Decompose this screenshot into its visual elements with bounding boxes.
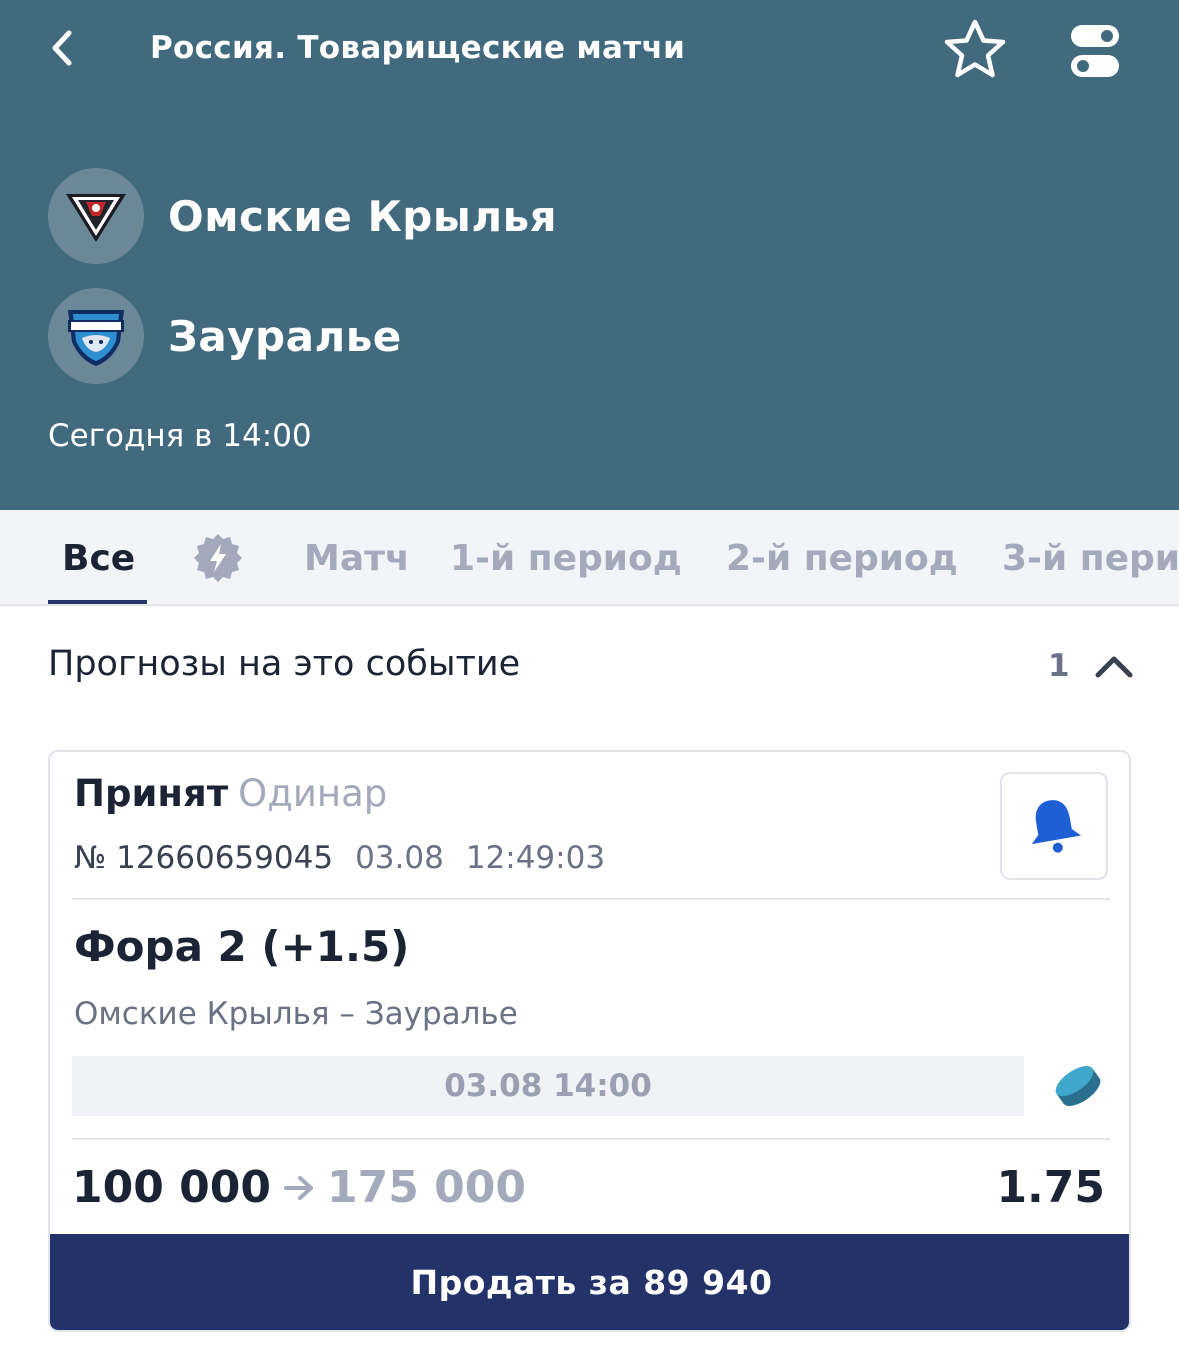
collapse-forecasts-button[interactable] [1090, 642, 1138, 690]
bet-payout: 175 000 [327, 1162, 527, 1213]
arrow-right-icon [283, 1174, 315, 1202]
bell-icon [1031, 800, 1082, 853]
bet-stake: 100 000 [72, 1162, 272, 1213]
tab-boost[interactable] [192, 510, 244, 604]
bet-card: Принят Одинар № 12660659045 03.08 12:49:03 … [48, 750, 1131, 1332]
chevron-up-icon [1095, 656, 1133, 678]
forecasts-count: 1 [1048, 648, 1070, 684]
sell-bet-button[interactable]: Продать за 89 940 [50, 1234, 1129, 1330]
tab-period-2[interactable]: 2-й период [726, 510, 958, 604]
settings-toggle-button[interactable] [1064, 20, 1126, 82]
tab-period-1[interactable]: 1-й период [450, 510, 682, 604]
zauralye-logo [48, 288, 144, 384]
bet-number: № 12660659045 [74, 840, 334, 876]
event-header: Россия. Товарищеские матчи Омские Крылья [0, 0, 1179, 510]
bet-status-row: Принят Одинар [74, 772, 387, 815]
hockey-puck-icon [1050, 1058, 1106, 1114]
bet-date: 03.08 [355, 840, 444, 876]
bet-status: Принят [74, 772, 229, 815]
tab-period-3[interactable]: 3-й период [1002, 510, 1179, 604]
market-tabs: Все Матч 1-й период 2-й период 3-й перио… [0, 510, 1179, 606]
bet-outcome: Фора 2 (+1.5) [74, 922, 410, 971]
bet-event: Омские Крылья – Зауралье [74, 996, 518, 1032]
match-start-time: Сегодня в 14:00 [48, 418, 312, 454]
chevron-left-icon [52, 30, 72, 66]
forecasts-title: Прогнозы на это событие [48, 644, 521, 684]
star-icon [944, 19, 1006, 78]
team-away: Зауралье [48, 288, 402, 384]
card-divider-bottom [72, 1138, 1110, 1140]
bet-meta: № 12660659045 03.08 12:49:03 [74, 840, 605, 876]
back-button[interactable] [38, 24, 86, 72]
bet-type: Одинар [238, 772, 388, 815]
team-away-name: Зауралье [168, 311, 402, 361]
team-home: Омские Крылья [48, 168, 557, 264]
active-tab-indicator [48, 600, 147, 604]
notify-button[interactable] [1000, 772, 1108, 880]
omskie-krylya-logo [48, 168, 144, 264]
tab-all[interactable]: Все [62, 510, 135, 604]
toggle-icon [1071, 25, 1119, 77]
bet-event-datetime: 03.08 14:00 [72, 1056, 1024, 1116]
favorite-button[interactable] [940, 16, 1010, 82]
league-title: Россия. Товарищеские матчи [150, 30, 686, 66]
bet-time: 12:49:03 [465, 840, 606, 876]
bet-amounts: 100 000 175 000 [72, 1162, 526, 1213]
card-divider-top [72, 898, 1110, 900]
lightning-badge-icon [194, 534, 242, 582]
team-home-name: Омские Крылья [168, 191, 558, 241]
bet-coefficient: 1.75 [996, 1162, 1105, 1213]
tab-match[interactable]: Матч [304, 510, 410, 604]
